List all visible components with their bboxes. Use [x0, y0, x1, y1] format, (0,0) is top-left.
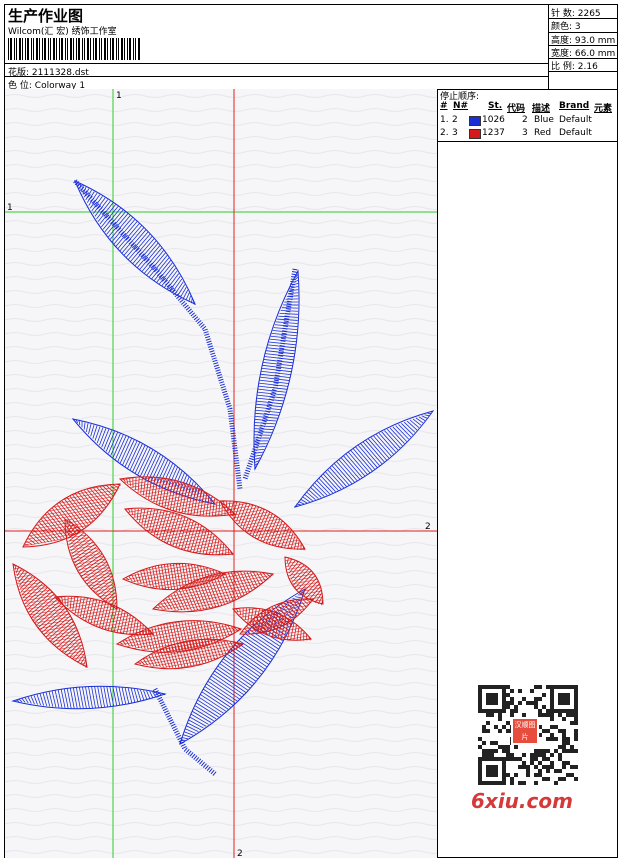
- table-row: 1. 2 1026 2 Blue Default: [440, 115, 592, 126]
- studio-name: Wilcom(汇 宏) 绣饰工作室: [8, 27, 117, 37]
- guide-v1-label: 1: [116, 91, 122, 101]
- stop-sequence-panel: 停止顺序: # N# St. 代码 描述 Brand 元素 1. 2 1026 …: [438, 89, 617, 858]
- page-title: 生产作业图: [8, 7, 84, 25]
- production-sheet: 生产作业图 Wilcom(汇 宏) 绣饰工作室 花版: 2111328.dst …: [4, 4, 618, 858]
- table-row: 2. 3 1237 3 Red Default: [440, 128, 592, 139]
- site-logo: 6xiu.com: [471, 789, 573, 813]
- embroidery-preview: 1 1 2 2: [5, 89, 438, 858]
- header-info: 生产作业图 Wilcom(汇 宏) 绣饰工作室 花版: 2111328.dst …: [5, 5, 548, 91]
- header: 生产作业图 Wilcom(汇 宏) 绣饰工作室 花版: 2111328.dst …: [5, 5, 618, 91]
- color-swatch: [469, 129, 481, 139]
- preview-canvas: 1 1 2 2: [5, 89, 437, 858]
- col-brand: Brand: [559, 101, 590, 111]
- col-code: 代码: [507, 104, 526, 114]
- col-no: N#: [453, 101, 469, 111]
- spec-panel: 针 数: 2265 颜色: 3 高度: 93.0 mm 宽度: 66.0 mm …: [548, 5, 618, 89]
- guide-h1-label: 1: [7, 203, 13, 213]
- guide-v2-label: 2: [237, 849, 243, 858]
- design-row: 花版: 2111328.dst: [5, 63, 548, 78]
- guide-h2-label: 2: [425, 522, 431, 532]
- col-desc: 描述: [532, 104, 551, 114]
- colorway-row: 色 位: Colorway 1: [5, 76, 548, 91]
- col-elements: 元素: [594, 104, 613, 114]
- color-count: 颜色: 3: [551, 22, 581, 32]
- col-num: #: [440, 101, 448, 111]
- barcode: [8, 38, 140, 60]
- col-stitches: St.: [488, 101, 503, 111]
- qr-badge: 汉顺图片: [511, 717, 539, 745]
- color-swatch: [469, 116, 481, 126]
